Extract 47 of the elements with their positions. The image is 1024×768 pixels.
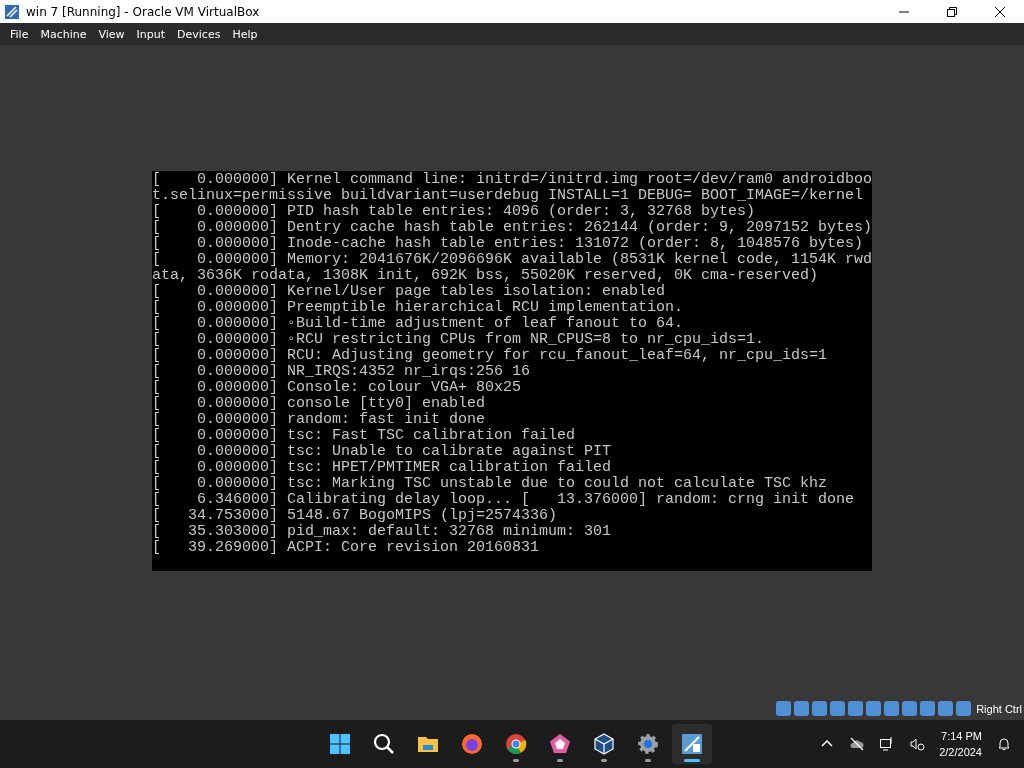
console-line: [ 0.000000] Kernel/User page tables isolation: enabled: [152, 284, 667, 300]
clock-date: 2/2/2024: [939, 745, 982, 760]
notification-bell-icon[interactable]: [996, 736, 1012, 752]
console-line: [ 0.000000] Console: colour VGA+ 80x25: [152, 380, 523, 396]
console-line: [ 0.000000] Inode-cache hash table entries: 131072 (order: 8, 1048576 bytes): [152, 236, 865, 252]
vm-window-icon: [680, 732, 704, 756]
clock[interactable]: 7:14 PM 2/2/2024: [939, 728, 982, 760]
console-line: ata, 3636K rodata, 1308K init, 692K bss, 55020K reserved, 0K cma-reserved): [152, 268, 820, 284]
host-key-label: Right Ctrl: [976, 702, 1022, 715]
console-line: [ 0.000000] PID hash table entries: 4096 (order: 3, 32768 bytes): [152, 204, 757, 220]
menu-item[interactable]: Devices: [171, 27, 227, 41]
console-line: [ 0.000000] Preemptible hierarchical RCU implementation.: [152, 300, 685, 316]
console-line: [ 0.000000] Dentry cache hash table entries: 262144 (order: 9, 2097152 bytes): [152, 220, 872, 236]
clock-time: 7:14 PM: [941, 729, 982, 744]
console-line: [ 34.753000] 5148.67 BogoMIPS (lpj=2574336): [152, 508, 559, 524]
start-icon: [328, 732, 352, 756]
console-line: [ 0.000000] tsc: HPET/PMTIMER calibration failed: [152, 460, 613, 476]
browser-icon: [504, 732, 528, 756]
console-line: [ 0.000000] ◦RCU restricting CPUs from NR_CPUS=8 to nr_cpu_ids=1.: [152, 332, 766, 348]
console-line: [ 35.303000] pid_max: default: 32768 minimum: 301: [152, 524, 613, 540]
cloud-offline-icon[interactable]: [849, 736, 866, 752]
taskbar-button[interactable]: [672, 724, 712, 764]
speaker-muted-icon[interactable]: [909, 736, 926, 752]
browser-icon: [460, 732, 484, 756]
console-line: [ 0.000000] Kernel command line: initrd=/initrd.img root=/dev/ram0 androidboo: [152, 172, 872, 188]
console-line: [ 0.000000] Memory: 2041676K/2096696K available (8531K kernel code, 1154K rwd: [152, 252, 872, 268]
console-line: [ 0.000000] NR_IRQS:4352 nr_irqs:256 16: [152, 364, 532, 380]
console-line: [ 6.346000] Calibrating delay loop... [ 13.376000] random: crng init done: [152, 492, 856, 508]
pentagon-icon: [548, 732, 572, 756]
settings-icon: [636, 732, 660, 756]
console-line: [ 0.000000] console [tty0] enabled: [152, 396, 487, 412]
console-line: [ 0.000000] tsc: Marking TSC unstable due to could not calculate TSC khz: [152, 476, 829, 492]
menu-item[interactable]: Input: [130, 27, 172, 41]
menu-item[interactable]: Help: [226, 27, 264, 41]
console-line: [ 0.000000] random: fast init done: [152, 412, 487, 428]
menu-item[interactable]: View: [92, 27, 131, 41]
search-icon: [372, 732, 396, 756]
cube-icon: [592, 732, 616, 756]
console-line: [ 39.269000] ACPI: Core revision 20160831: [152, 540, 541, 556]
menu-item[interactable]: File: [4, 27, 35, 41]
console-line: t.selinux=permissive buildvariant=userdebug INSTALL=1 DEBUG= BOOT_IMAGE=/kernel: [152, 188, 865, 204]
console-line: [ 0.000000] tsc: Unable to calibrate against PIT: [152, 444, 613, 460]
window-title: win 7 [Running] - Oracle VM VirtualBox: [26, 4, 260, 19]
console-line: [ 0.000000] ◦Build-time adjustment of leaf fanout to 64.: [152, 316, 685, 332]
console-line: [ 0.000000] tsc: Fast TSC calibration failed: [152, 428, 577, 444]
menu-item[interactable]: Machine: [34, 27, 93, 41]
console-line: [ 0.000000] RCU: Adjusting geometry for rcu_fanout_leaf=64, nr_cpu_ids=1: [152, 348, 829, 364]
